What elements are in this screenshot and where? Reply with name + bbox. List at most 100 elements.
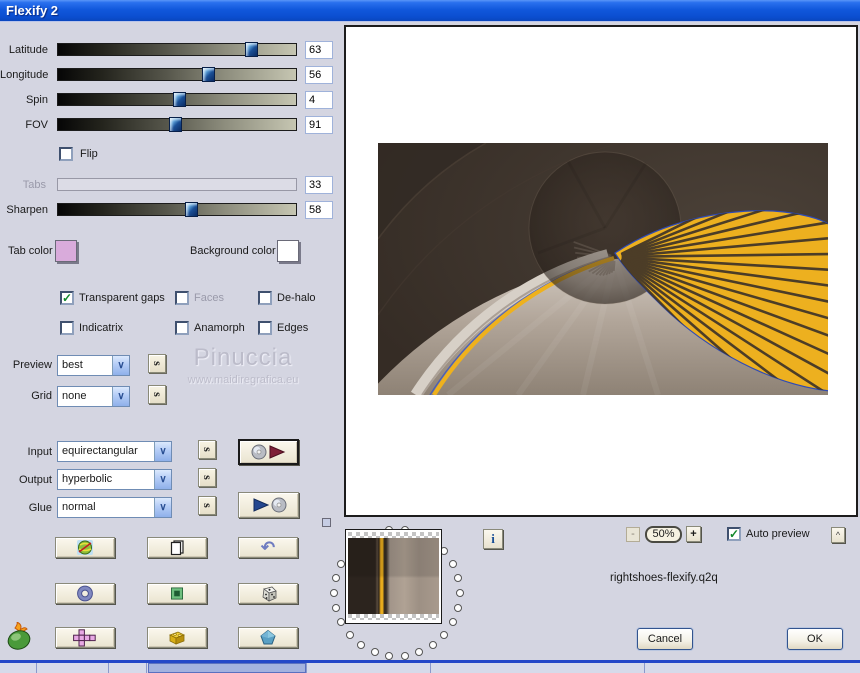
spin-slider[interactable] <box>57 92 297 107</box>
auto-preview-label: Auto preview <box>746 528 810 540</box>
anamorph-label: Anamorph <box>194 322 245 334</box>
collapse-button[interactable]: ^ <box>831 527 845 543</box>
copy-pages-icon <box>170 540 184 556</box>
grid-label: Grid <box>31 390 52 402</box>
spin-slider-thumb[interactable] <box>173 92 187 107</box>
output-label: Output <box>18 474 52 486</box>
watermark-url: www.maidiregrafica.eu <box>187 374 299 386</box>
tab-color-label: Tab color <box>8 245 53 257</box>
fov-slider-thumb[interactable] <box>168 117 182 132</box>
chevron-down-icon[interactable]: ∨ <box>154 498 171 517</box>
edges-label: Edges <box>277 322 309 334</box>
dice-button[interactable] <box>238 583 298 604</box>
zoom-level: 50% <box>645 526 682 543</box>
sharpen-slider[interactable] <box>57 202 297 217</box>
sharpen-label: Sharpen <box>6 204 48 216</box>
save-settings-button[interactable] <box>238 492 299 518</box>
unfold-cube-button[interactable] <box>55 627 115 648</box>
grid-dropdown[interactable]: none ∨ <box>57 386 130 407</box>
latitude-label: Latitude <box>8 44 48 56</box>
info-button[interactable]: i <box>483 529 503 549</box>
play-cd-icon <box>253 497 286 513</box>
tabs-value-field[interactable] <box>305 176 333 194</box>
output-dropdown[interactable]: hyperbolic ∨ <box>57 469 172 490</box>
background-color-swatch[interactable] <box>277 240 299 262</box>
copy-button[interactable] <box>147 537 207 558</box>
longitude-slider[interactable] <box>57 67 297 82</box>
chevron-down-icon[interactable]: ∨ <box>112 356 129 375</box>
fov-slider[interactable] <box>57 117 297 132</box>
grid-dropdown-value: none <box>62 390 87 402</box>
lego-brick-icon <box>169 631 185 645</box>
de-halo-label: De-halo <box>277 292 316 304</box>
grid-s-button[interactable]: s <box>148 385 166 404</box>
polyhedron-button[interactable] <box>238 627 298 648</box>
glue-dropdown[interactable]: normal ∨ <box>57 497 172 518</box>
input-label: Input <box>27 446 52 458</box>
undo-arrow-icon: ↶ <box>260 537 276 557</box>
cube-net-icon <box>73 628 96 647</box>
source-thumbnail[interactable] <box>345 529 442 624</box>
flip-label: Flip <box>80 148 98 160</box>
tab-color-swatch[interactable] <box>55 240 77 262</box>
undo-button[interactable]: ↶ <box>238 537 298 558</box>
auto-preview-checkbox[interactable]: ✓ <box>727 527 741 541</box>
spin-label: Spin <box>25 94 48 106</box>
flaming-pear-logo <box>7 622 31 650</box>
zoom-out-button[interactable]: - <box>626 527 640 542</box>
longitude-label: Longitude <box>0 69 49 81</box>
chevron-down-icon[interactable]: ∨ <box>154 470 171 489</box>
input-s-button[interactable]: s <box>198 440 216 459</box>
output-dropdown-value: hyperbolic <box>62 473 113 485</box>
brick-button[interactable] <box>147 627 207 648</box>
indicatrix-label: Indicatrix <box>79 322 124 334</box>
de-halo-checkbox[interactable] <box>258 291 272 305</box>
green-frame-icon <box>171 587 183 600</box>
longitude-value-field[interactable] <box>305 66 333 84</box>
glue-s-button[interactable]: s <box>198 496 216 515</box>
background-color-label: Background color <box>190 245 276 257</box>
fov-value-field[interactable] <box>305 116 333 134</box>
latitude-value-field[interactable] <box>305 41 333 59</box>
globe-button[interactable] <box>55 537 115 558</box>
cancel-button[interactable]: Cancel <box>637 628 693 650</box>
title-bar[interactable]: Flexify 2 <box>0 0 860 22</box>
watermark-name: Pinuccia <box>193 344 293 371</box>
torus-icon <box>77 585 93 602</box>
input-dropdown[interactable]: equirectangular ∨ <box>57 441 172 462</box>
preview-image <box>378 143 828 395</box>
preview-dropdown-value: best <box>62 359 83 371</box>
spin-value-field[interactable] <box>305 91 333 109</box>
longitude-slider-thumb[interactable] <box>201 67 215 82</box>
dice-icon <box>262 586 277 602</box>
ok-button[interactable]: OK <box>787 628 843 650</box>
flip-checkbox[interactable] <box>59 147 73 161</box>
globe-icon <box>77 540 93 555</box>
fov-label: FOV <box>25 119 48 131</box>
input-dropdown-value: equirectangular <box>62 445 138 457</box>
sharpen-slider-thumb[interactable] <box>185 202 199 217</box>
preview-dropdown[interactable]: best ∨ <box>57 355 130 376</box>
zoom-in-button[interactable]: + <box>686 526 701 542</box>
chevron-down-icon[interactable]: ∨ <box>154 442 171 461</box>
source-thumbnail-image <box>348 538 439 614</box>
anamorph-checkbox[interactable] <box>175 321 189 335</box>
square-frame-button[interactable] <box>147 583 207 604</box>
latitude-slider[interactable] <box>57 42 297 57</box>
edges-checkbox[interactable] <box>258 321 272 335</box>
glue-dropdown-value: normal <box>62 501 96 513</box>
chevron-down-icon[interactable]: ∨ <box>112 387 129 406</box>
window-title: Flexify 2 <box>6 3 59 18</box>
preview-s-button[interactable]: s <box>148 354 166 373</box>
crystal-icon <box>260 629 276 645</box>
indicatrix-checkbox[interactable] <box>60 321 74 335</box>
torus-button[interactable] <box>55 583 115 604</box>
latitude-slider-thumb[interactable] <box>244 42 258 57</box>
preview-label: Preview <box>12 359 52 371</box>
load-settings-button[interactable] <box>238 439 299 465</box>
output-s-button[interactable]: s <box>198 468 216 487</box>
sharpen-value-field[interactable] <box>305 201 333 219</box>
faces-label: Faces <box>194 292 224 304</box>
tabs-label: Tabs <box>22 179 46 191</box>
transparent-gaps-checkbox[interactable]: ✓ <box>60 291 74 305</box>
